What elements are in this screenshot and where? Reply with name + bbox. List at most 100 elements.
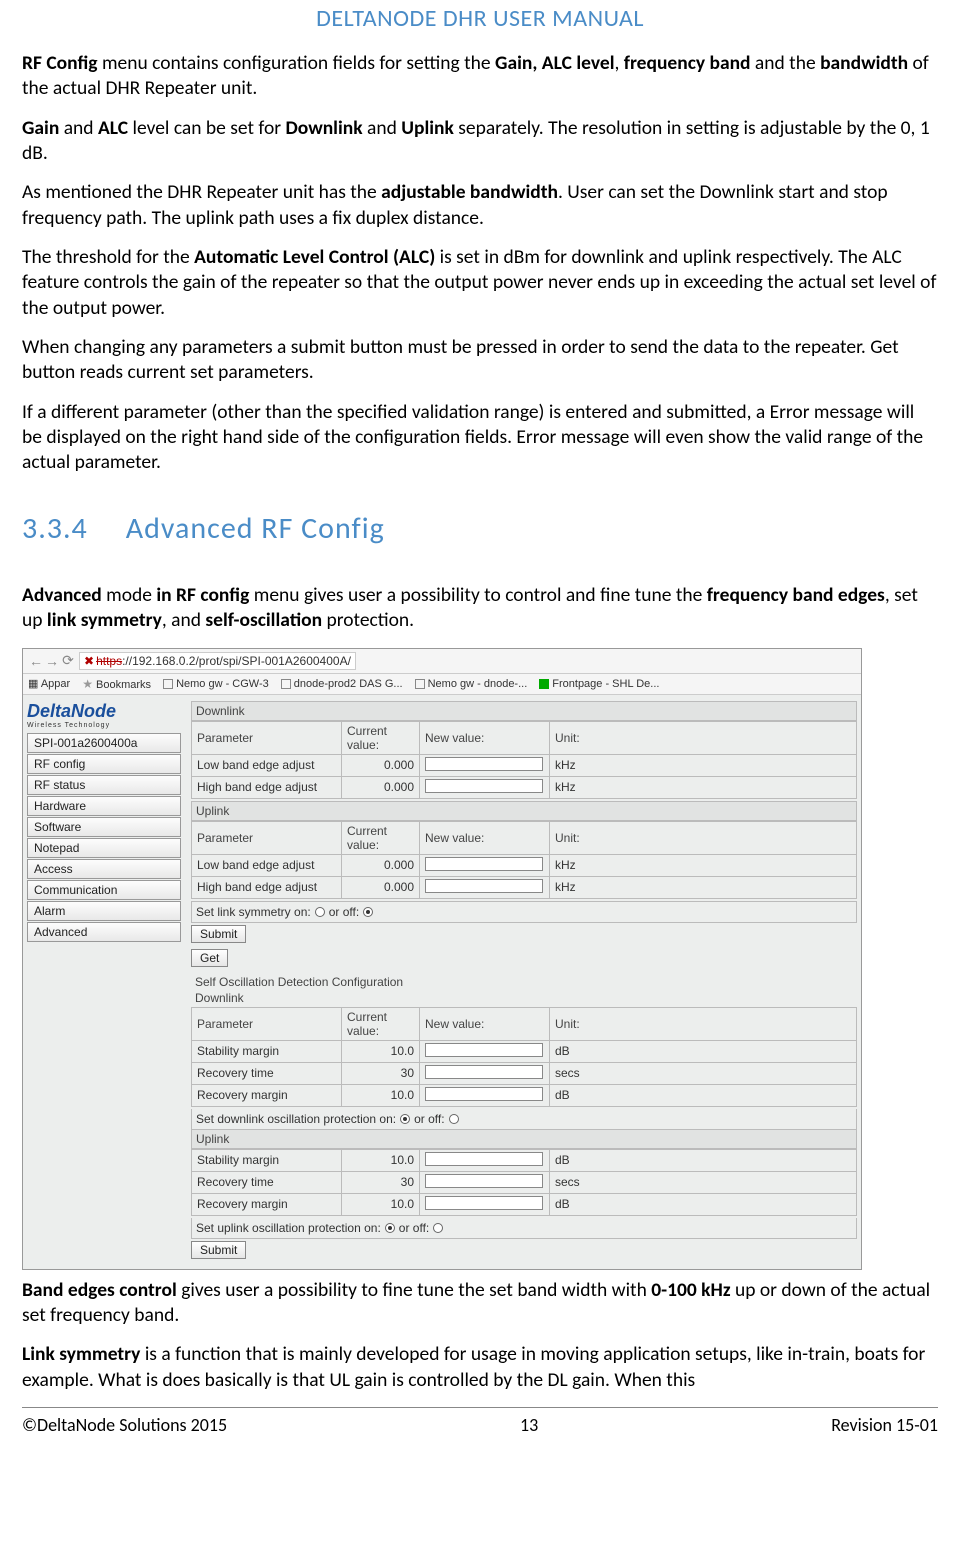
url-scheme: https <box>96 654 122 668</box>
bold-text: in RF config <box>156 583 249 607</box>
ul-osc-on-radio[interactable] <box>385 1223 395 1233</box>
left-nav: SPI-001a2600400a RF config RF status Har… <box>27 733 181 943</box>
bold-text: frequency band <box>624 51 751 75</box>
new-value-input[interactable] <box>425 1043 543 1057</box>
bold-text: RF Config <box>22 51 98 75</box>
new-value-input[interactable] <box>425 879 543 893</box>
forward-icon[interactable]: → <box>44 653 60 669</box>
text: , <box>615 51 624 75</box>
unit-label: dB <box>550 1149 857 1171</box>
url-bar[interactable]: ✖ https://192.168.0.2/prot/spi/SPI-001A2… <box>79 652 356 670</box>
col-parameter: Parameter <box>192 1007 342 1040</box>
bookmark-item[interactable]: Frontpage - SHL De... <box>539 678 659 690</box>
apps-icon[interactable]: ▦ Appar <box>28 677 70 690</box>
section-title: Advanced RF Config <box>126 510 385 547</box>
sod-dl-header: Downlink <box>191 991 857 1007</box>
nav-item-rf-status[interactable]: RF status <box>27 775 181 795</box>
unit-label: kHz <box>550 754 857 776</box>
toggle-label: or off: <box>329 905 359 919</box>
bookmark-item[interactable]: Nemo gw - dnode-... <box>415 678 528 690</box>
logo-sub: Wireless Technology <box>27 722 181 729</box>
bold-text: Link symmetry <box>22 1342 140 1366</box>
nav-item-notepad[interactable]: Notepad <box>27 838 181 858</box>
col-unit: Unit: <box>550 1007 857 1040</box>
ul-osc-off-radio[interactable] <box>433 1223 443 1233</box>
dl-osc-off-radio[interactable] <box>449 1114 459 1124</box>
bold-text: bandwidth <box>820 51 908 75</box>
new-value-input[interactable] <box>425 1152 543 1166</box>
get-button[interactable]: Get <box>191 949 228 967</box>
table-row: Low band edge adjust 0.000 kHz <box>192 854 857 876</box>
current-value: 10.0 <box>342 1193 420 1215</box>
link-symmetry-on-radio[interactable] <box>315 907 325 917</box>
bold-text: 0-100 kHz <box>651 1278 730 1302</box>
text: , and <box>162 608 206 632</box>
table-row: Stability margin10.0dB <box>192 1040 857 1062</box>
footer-copyright: ©DeltaNode Solutions 2015 <box>22 1414 227 1436</box>
current-value: 10.0 <box>342 1149 420 1171</box>
paragraph-gain-alc: Gain and ALC level can be set for Downli… <box>22 116 938 167</box>
paragraph-band-edges: Band edges control gives user a possibil… <box>22 1278 938 1329</box>
bold-text: adjustable bandwidth <box>381 180 558 204</box>
param-label: Low band edge adjust <box>192 854 342 876</box>
bookmark-item[interactable]: dnode-prod2 DAS G... <box>281 678 403 690</box>
paragraph-advanced-intro: Advanced mode in RF config menu gives us… <box>22 583 938 634</box>
bookmark-item[interactable]: ★ Bookmarks <box>82 677 151 691</box>
embedded-screenshot: ← → ⟳ ✖ https://192.168.0.2/prot/spi/SPI… <box>22 648 862 1270</box>
new-value-input[interactable] <box>425 1174 543 1188</box>
text: protection. <box>322 608 414 632</box>
uplink-header: Uplink <box>191 801 857 821</box>
table-row: Recovery time30secs <box>192 1171 857 1193</box>
nav-item-communication[interactable]: Communication <box>27 880 181 900</box>
link-symmetry-off-radio[interactable] <box>363 907 373 917</box>
ssl-warn-icon: ✖ <box>84 654 94 668</box>
bold-text: Gain <box>22 116 59 140</box>
dl-osc-on-radio[interactable] <box>400 1114 410 1124</box>
nav-item-hardware[interactable]: Hardware <box>27 796 181 816</box>
param-label: High band edge adjust <box>192 876 342 898</box>
unit-label: dB <box>550 1193 857 1215</box>
nav-item-software[interactable]: Software <box>27 817 181 837</box>
new-value-input[interactable] <box>425 1196 543 1210</box>
unit-label: dB <box>550 1084 857 1106</box>
downlink-header: Downlink <box>191 701 857 721</box>
new-value-input[interactable] <box>425 779 543 793</box>
reload-icon[interactable]: ⟳ <box>60 652 76 669</box>
text: and the <box>751 51 821 75</box>
bookmarks-bar: ▦ Appar ★ Bookmarks Nemo gw - CGW-3 dnod… <box>23 674 861 695</box>
unit-label: secs <box>550 1171 857 1193</box>
nav-item-alarm[interactable]: Alarm <box>27 901 181 921</box>
uplink-table: Parameter Current value: New value: Unit… <box>191 821 857 899</box>
bookmark-item[interactable]: Nemo gw - CGW-3 <box>163 678 269 690</box>
table-row: Stability margin10.0dB <box>192 1149 857 1171</box>
paragraph-bandwidth: As mentioned the DHR Repeater unit has t… <box>22 180 938 231</box>
new-value-input[interactable] <box>425 757 543 771</box>
url-path: ://192.168.0.2/prot/spi/SPI-001A2600400A… <box>122 654 351 668</box>
new-value-input[interactable] <box>425 1087 543 1101</box>
table-row: High band edge adjust 0.000 kHz <box>192 776 857 798</box>
nav-item-advanced[interactable]: Advanced <box>27 922 181 942</box>
toggle-label: Set downlink oscillation protection on: <box>196 1112 396 1126</box>
bookmark-label: Frontpage - SHL De... <box>552 678 659 690</box>
paragraph-submit: When changing any parameters a submit bu… <box>22 335 938 386</box>
new-value-input[interactable] <box>425 1065 543 1079</box>
col-current: Current value: <box>342 821 420 854</box>
text: As mentioned the DHR Repeater unit has t… <box>22 180 381 204</box>
nav-item-access[interactable]: Access <box>27 859 181 879</box>
text: gives user a possibility to fine tune th… <box>177 1278 651 1302</box>
nav-item-spi[interactable]: SPI-001a2600400a <box>27 733 181 753</box>
nav-item-rf-config[interactable]: RF config <box>27 754 181 774</box>
submit-button[interactable]: Submit <box>191 1241 246 1259</box>
submit-button[interactable]: Submit <box>191 925 246 943</box>
table-row: Recovery margin10.0dB <box>192 1193 857 1215</box>
text: menu gives user a possibility to control… <box>249 583 706 607</box>
sod-ul-header: Uplink <box>191 1130 857 1149</box>
footer-revision: Revision 15-01 <box>831 1414 938 1436</box>
paragraph-error: If a different parameter (other than the… <box>22 400 938 476</box>
col-parameter: Parameter <box>192 721 342 754</box>
unit-label: secs <box>550 1062 857 1084</box>
back-icon[interactable]: ← <box>28 653 44 669</box>
new-value-input[interactable] <box>425 857 543 871</box>
footer-page-number: 13 <box>520 1414 538 1436</box>
sod-dl-table: Parameter Current value: New value: Unit… <box>191 1007 857 1107</box>
